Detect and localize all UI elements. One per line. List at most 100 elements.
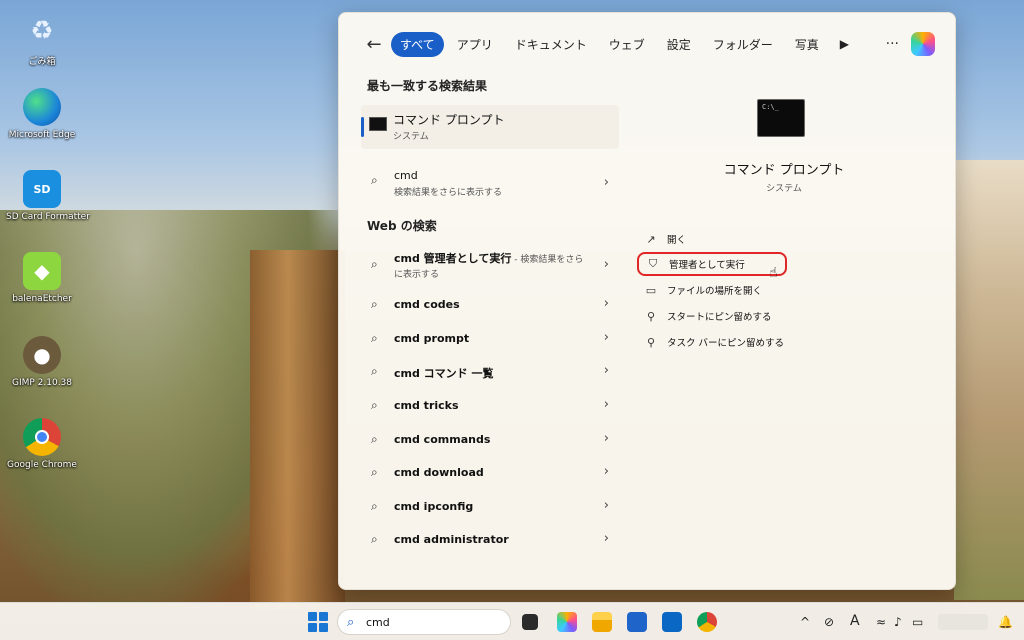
- action-pin-to-start[interactable]: ⚲ スタートにピン留めする: [643, 304, 883, 328]
- tab-photos[interactable]: 写真: [786, 32, 828, 57]
- landscape-cliff: [250, 250, 345, 610]
- more-results-subtitle: 検索結果をさらに表示する: [394, 188, 503, 198]
- web-result-row[interactable]: ⌕ cmd codes ›: [361, 289, 619, 321]
- desktop-icon-label: Google Chrome: [7, 460, 77, 470]
- web-result-text: cmd コマンド 一覧: [394, 367, 494, 380]
- notification-bell-icon[interactable]: 🔔: [998, 615, 1013, 629]
- best-match-title: コマンド プロンプト: [393, 113, 505, 127]
- action-label: 開く: [667, 235, 687, 246]
- chrome-icon[interactable]: [697, 612, 717, 632]
- desktop-icon-sd-card-formatter[interactable]: SD SD Card Formatter: [6, 170, 90, 222]
- sd-card-icon: SD: [23, 170, 61, 208]
- task-view-icon[interactable]: [522, 614, 538, 630]
- desktop-icon-gimp[interactable]: ● GIMP 2.10.38: [6, 336, 78, 388]
- web-result-row[interactable]: ⌕ cmd prompt ›: [361, 323, 619, 355]
- desktop-icon-label: GIMP 2.10.38: [11, 378, 73, 388]
- web-result-row[interactable]: ⌕ cmd commands ›: [361, 424, 619, 456]
- web-result-row[interactable]: ⌕ cmd コマンド 一覧 ›: [361, 356, 619, 388]
- landscape-town: [954, 160, 1024, 600]
- tray-chevron-icon[interactable]: ^: [800, 615, 810, 629]
- chevron-right-icon: ›: [603, 431, 609, 446]
- web-result-text: cmd 管理者として実行: [394, 252, 512, 265]
- search-icon: ⌕: [371, 432, 378, 446]
- web-result-row[interactable]: ⌕ cmd tricks ›: [361, 390, 619, 422]
- back-arrow-icon[interactable]: ←: [361, 31, 387, 57]
- action-label: ファイルの場所を開く: [667, 286, 763, 297]
- desktop-icon-balenaetcher[interactable]: ◆ balenaEtcher: [6, 252, 78, 304]
- open-icon: ↗: [646, 232, 656, 246]
- chevron-right-icon: ›: [603, 175, 609, 190]
- overflow-menu-icon[interactable]: ···: [878, 36, 907, 52]
- chevron-right-icon: ›: [603, 330, 609, 345]
- action-run-as-admin[interactable]: ⛉ 管理者として実行: [637, 252, 787, 276]
- search-icon: ⌕: [371, 532, 378, 546]
- search-icon: ⌕: [371, 257, 378, 271]
- web-result-row[interactable]: ⌕ cmd administrator ›: [361, 524, 619, 556]
- action-pin-to-taskbar[interactable]: ⚲ タスク バーにピン留めする: [643, 330, 883, 354]
- etcher-icon: ◆: [23, 252, 61, 290]
- command-prompt-icon: [369, 117, 387, 131]
- tab-all[interactable]: すべて: [391, 31, 444, 57]
- desktop-icon-label: ごみ箱: [28, 57, 56, 67]
- selection-accent: [361, 117, 364, 137]
- pin-icon: ⚲: [646, 335, 656, 349]
- web-result-line2: に表示する: [394, 270, 440, 280]
- edge-icon: [23, 88, 61, 126]
- more-tabs-icon[interactable]: ▶: [832, 33, 857, 55]
- wifi-icon[interactable]: ≈: [876, 615, 886, 629]
- action-open[interactable]: ↗ 開く: [643, 227, 883, 251]
- preview-subtitle: システム: [766, 184, 802, 194]
- windows-start-icon[interactable]: [308, 612, 328, 632]
- battery-icon[interactable]: ▭: [912, 615, 923, 629]
- web-result-text: cmd tricks: [394, 399, 459, 412]
- chrome-icon: [23, 418, 61, 456]
- chevron-right-icon: ›: [603, 531, 609, 546]
- ime-indicator[interactable]: A: [850, 613, 860, 629]
- chevron-right-icon: ›: [603, 464, 609, 479]
- tab-web[interactable]: ウェブ: [600, 32, 654, 57]
- desktop-icon-recycle-bin[interactable]: ♻ ごみ箱: [6, 12, 78, 67]
- desktop-icon-label: SD Card Formatter: [6, 212, 90, 222]
- more-results-row[interactable]: ⌕ cmd 検索結果をさらに表示する ›: [361, 165, 619, 203]
- desktop-icon-label: Microsoft Edge: [8, 130, 76, 140]
- best-match-item[interactable]: コマンド プロンプト システム: [361, 105, 619, 149]
- tab-apps[interactable]: アプリ: [448, 32, 502, 57]
- best-match-heading: 最も一致する検索結果: [367, 79, 488, 93]
- tab-settings[interactable]: 設定: [658, 32, 700, 57]
- app-preview-pane: C:\_ コマンド プロンプト システム ↗ 開く ⛉ 管理者として実行 ☝ ▭…: [629, 83, 939, 583]
- pin-icon: ⚲: [646, 309, 656, 323]
- desktop-icon-label: balenaEtcher: [12, 294, 72, 304]
- web-result-text: cmd prompt: [394, 332, 470, 345]
- icon-text: C:\_: [762, 103, 779, 111]
- action-label: 管理者として実行: [669, 260, 745, 271]
- gimp-icon: ●: [23, 336, 61, 374]
- web-result-text: cmd codes: [394, 298, 460, 311]
- store-icon[interactable]: [627, 612, 647, 632]
- web-result-row[interactable]: ⌕ cmd 管理者として実行 - 検索結果をさら に表示する ›: [361, 246, 619, 286]
- action-open-file-location[interactable]: ▭ ファイルの場所を開く: [643, 278, 883, 302]
- web-result-text: cmd administrator: [394, 533, 509, 546]
- outlook-icon[interactable]: [662, 612, 682, 632]
- search-icon: ⌕: [371, 398, 378, 412]
- clock-area[interactable]: [938, 614, 988, 630]
- web-result-row[interactable]: ⌕ cmd download ›: [361, 457, 619, 489]
- desktop-icon-chrome[interactable]: Google Chrome: [6, 418, 78, 470]
- desktop-icon-edge[interactable]: Microsoft Edge: [6, 88, 78, 140]
- best-match-subtitle: システム: [393, 132, 429, 142]
- filter-tabs: ← すべて アプリ ドキュメント ウェブ 設定 フォルダー 写真 ▶ ···: [361, 31, 935, 57]
- file-explorer-icon[interactable]: [592, 612, 612, 632]
- folder-icon: ▭: [645, 283, 657, 297]
- tab-documents[interactable]: ドキュメント: [506, 32, 596, 57]
- copilot-icon[interactable]: [557, 612, 577, 632]
- taskbar-search-input[interactable]: ⌕ cmd: [337, 609, 511, 635]
- tab-folders[interactable]: フォルダー: [704, 32, 782, 57]
- web-result-row[interactable]: ⌕ cmd ipconfig ›: [361, 491, 619, 523]
- search-icon: ⌕: [371, 499, 378, 513]
- web-search-heading: Web の検索: [367, 219, 437, 233]
- volume-icon[interactable]: ♪: [894, 615, 902, 629]
- network-off-icon[interactable]: ⊘: [824, 615, 834, 629]
- copilot-icon[interactable]: [911, 32, 935, 56]
- taskbar-search-value: cmd: [366, 616, 390, 629]
- chevron-right-icon: ›: [603, 363, 609, 378]
- search-panel: ← すべて アプリ ドキュメント ウェブ 設定 フォルダー 写真 ▶ ··· 最…: [338, 12, 956, 590]
